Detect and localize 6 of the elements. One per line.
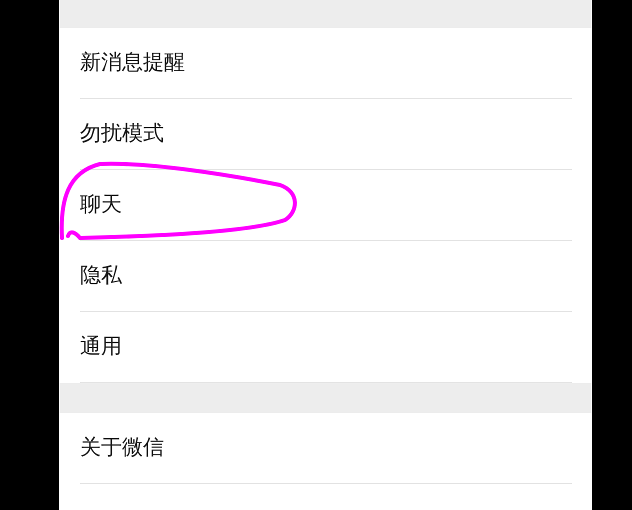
settings-item[interactable]: 新消息提醒 — [80, 47, 185, 79]
settings-item[interactable]: 隐私 — [80, 260, 122, 292]
settings-item[interactable]: 关于微信 — [80, 432, 164, 464]
settings-item[interactable]: 聊天 — [80, 189, 122, 221]
settings-item[interactable]: 通用 — [80, 331, 122, 363]
settings-item[interactable]: 勿扰模式 — [80, 118, 164, 150]
